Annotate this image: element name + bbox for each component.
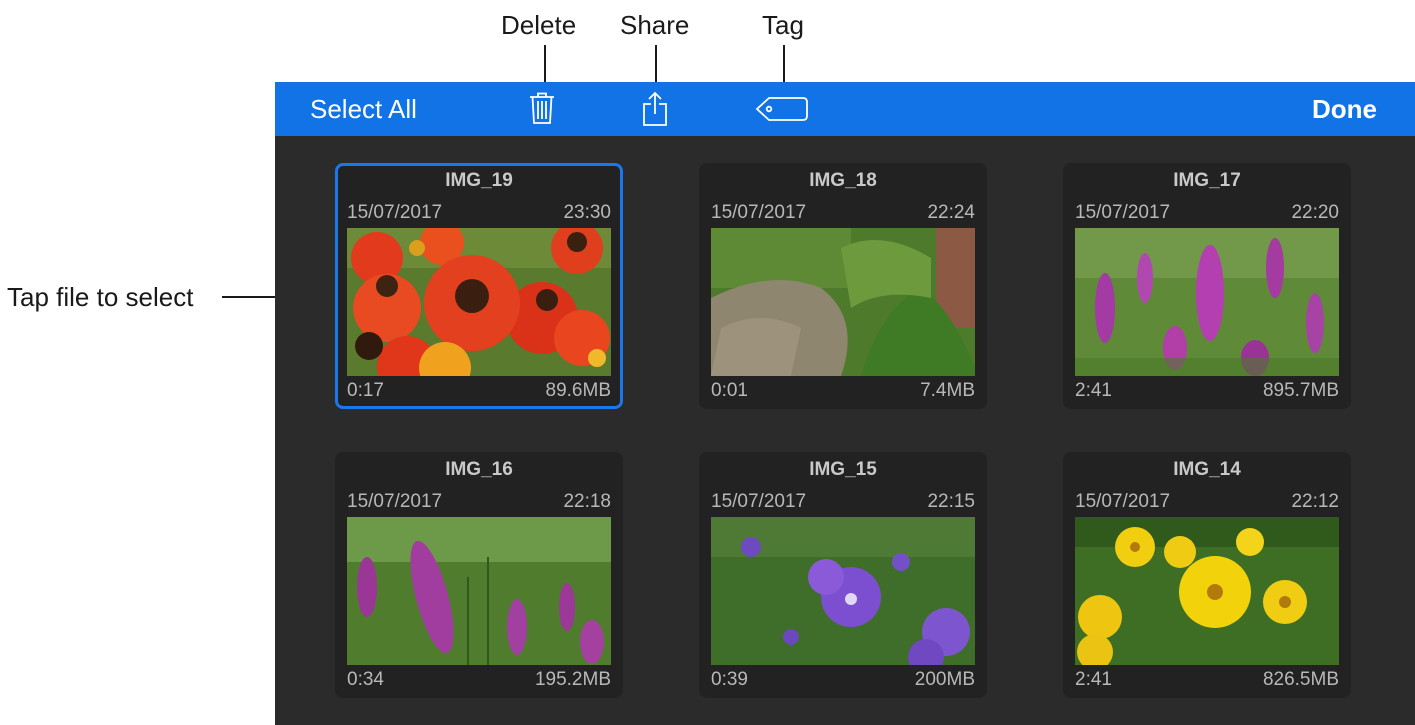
tag-callout-label: Tag bbox=[762, 10, 804, 40]
file-name: IMG_18 bbox=[809, 170, 877, 191]
file-size: 200MB bbox=[914, 669, 975, 690]
file-time: 22:24 bbox=[927, 202, 975, 223]
file-card-img-19[interactable]: IMG_19 15/07/2017 23:30 0:17 89.6MB bbox=[335, 163, 623, 409]
file-card-img-17[interactable]: IMG_17 15/07/2017 22:20 2:41 895.7MB bbox=[1063, 163, 1351, 409]
file-time: 22:18 bbox=[563, 491, 611, 512]
file-size: 7.4MB bbox=[920, 380, 975, 401]
share-icon[interactable] bbox=[642, 91, 668, 132]
file-time: 22:15 bbox=[927, 491, 975, 512]
file-duration: 0:34 bbox=[347, 669, 384, 690]
file-size: 89.6MB bbox=[545, 380, 611, 401]
file-duration: 0:01 bbox=[711, 380, 748, 401]
file-name: IMG_14 bbox=[1173, 459, 1241, 480]
file-duration: 0:39 bbox=[711, 669, 748, 690]
file-thumbnail bbox=[347, 228, 611, 376]
file-thumbnail bbox=[1075, 517, 1339, 665]
file-size: 826.5MB bbox=[1262, 669, 1339, 690]
file-date: 15/07/2017 bbox=[711, 202, 807, 223]
file-thumbnail bbox=[711, 517, 975, 665]
done-button[interactable]: Done bbox=[1312, 82, 1377, 136]
file-name: IMG_19 bbox=[445, 170, 513, 191]
file-date: 15/07/2017 bbox=[347, 202, 443, 223]
file-thumbnail bbox=[711, 228, 975, 376]
file-card-img-16[interactable]: IMG_16 15/07/2017 22:18 0:34 195.2MB bbox=[335, 452, 623, 698]
file-size: 895.7MB bbox=[1262, 380, 1339, 401]
trash-icon[interactable] bbox=[529, 91, 555, 130]
file-duration: 0:17 bbox=[347, 380, 384, 401]
file-time: 22:12 bbox=[1291, 491, 1339, 512]
file-name: IMG_16 bbox=[445, 459, 513, 480]
file-thumbnail bbox=[347, 517, 611, 665]
select-all-button[interactable]: Select All bbox=[310, 82, 417, 136]
file-date: 15/07/2017 bbox=[711, 491, 807, 512]
tag-icon[interactable] bbox=[755, 94, 809, 129]
file-card-img-18[interactable]: IMG_18 15/07/2017 22:24 0:01 7.4MB bbox=[699, 163, 987, 409]
file-card-img-15[interactable]: IMG_15 15/07/2017 22:15 0:39 200MB bbox=[699, 452, 987, 698]
file-name: IMG_17 bbox=[1173, 170, 1241, 191]
file-duration: 2:41 bbox=[1075, 380, 1112, 401]
file-card-img-14[interactable]: IMG_14 15/07/2017 22:12 2:41 826.5MB bbox=[1063, 452, 1351, 698]
share-callout-label: Share bbox=[620, 10, 690, 40]
delete-callout-label: Delete bbox=[501, 10, 577, 40]
file-thumbnail bbox=[1075, 228, 1339, 376]
file-browser: Select All Done IMG_19 15/07/2017 23:30 … bbox=[275, 82, 1415, 725]
file-time: 22:20 bbox=[1291, 202, 1339, 223]
tap-file-callout-label: Tap file to select bbox=[7, 282, 194, 312]
file-size: 195.2MB bbox=[534, 669, 611, 690]
file-time: 23:30 bbox=[563, 202, 611, 223]
file-date: 15/07/2017 bbox=[1075, 202, 1171, 223]
selection-toolbar: Select All Done bbox=[275, 82, 1415, 136]
file-name: IMG_15 bbox=[809, 459, 877, 480]
file-date: 15/07/2017 bbox=[1075, 491, 1171, 512]
file-duration: 2:41 bbox=[1075, 669, 1112, 690]
file-date: 15/07/2017 bbox=[347, 491, 443, 512]
